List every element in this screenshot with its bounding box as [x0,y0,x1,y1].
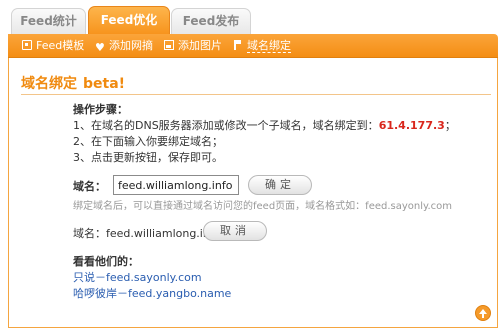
domain-label: 域名： [73,180,106,193]
examples-heading: 看看他们的： [73,255,139,268]
subnav-feed-template[interactable]: Feed模板 [22,34,84,58]
instructions: 操作步骤： 1、在域名的DNS服务器添加或修改一个子域名，域名绑定到：61.4.… [73,102,456,166]
flag-icon [233,40,243,50]
feed-icon [22,40,32,50]
beta-badge: beta! [83,76,126,92]
step-1: 1、在域名的DNS服务器添加或修改一个子域名，域名绑定到：61.4.177.3； [73,119,456,132]
content-panel: 域名绑定 beta! 操作步骤： 1、在域名的DNS服务器添加或修改一个子域名，域… [8,58,498,328]
heart-icon [95,36,105,60]
sub-navigation: Feed模板 添加网摘 添加图片 域名绑定 [8,34,498,60]
page-title: 域名绑定 beta! [21,76,126,92]
tab-feed-optimize[interactable]: Feed优化 [88,6,170,34]
subnav-label: 域名绑定 [247,39,291,53]
confirm-button[interactable]: 确定 [248,175,312,195]
subnav-add-bookmark[interactable]: 添加网摘 [95,34,153,60]
example-link[interactable]: 哈啰彼岸－feed.yangbo.name [73,286,231,302]
tab-feed-publish[interactable]: Feed发布 [171,8,251,34]
step-2: 2、在下面输入你要绑定域名； [73,135,223,148]
subnav-label: Feed模板 [36,39,85,52]
example-link[interactable]: 只说－feed.sayonly.com [73,270,231,286]
steps-heading: 操作步骤： [73,103,128,116]
domain-hint: 绑定域名后，可以直接通过域名访问您的feed页面，域名格式如：feed.sayo… [73,201,453,212]
server-ip: 61.4.177.3 [378,119,445,132]
subnav-label: 添加图片 [178,39,222,52]
domain-input[interactable] [113,175,239,195]
subnav-label: 添加网摘 [109,39,153,52]
step-3: 3、点击更新按钮，保存即可。 [73,151,223,164]
tab-feed-stats[interactable]: Feed统计 [11,8,86,34]
section-header: 域名绑定 beta! [21,73,491,95]
tab-bar: Feed统计 Feed优化 Feed发布 [8,6,498,34]
cancel-button[interactable]: 取消 [203,221,267,241]
back-to-top-icon[interactable] [475,305,491,321]
examples-list: 看看他们的： 只说－feed.sayonly.com 哈啰彼岸－feed.yan… [73,254,231,302]
bound-domain-text: 域名：feed.williamlong.info [73,227,221,240]
subnav-add-image[interactable]: 添加图片 [164,34,222,58]
subnav-domain-binding[interactable]: 域名绑定 [233,34,291,58]
image-icon [164,40,174,50]
